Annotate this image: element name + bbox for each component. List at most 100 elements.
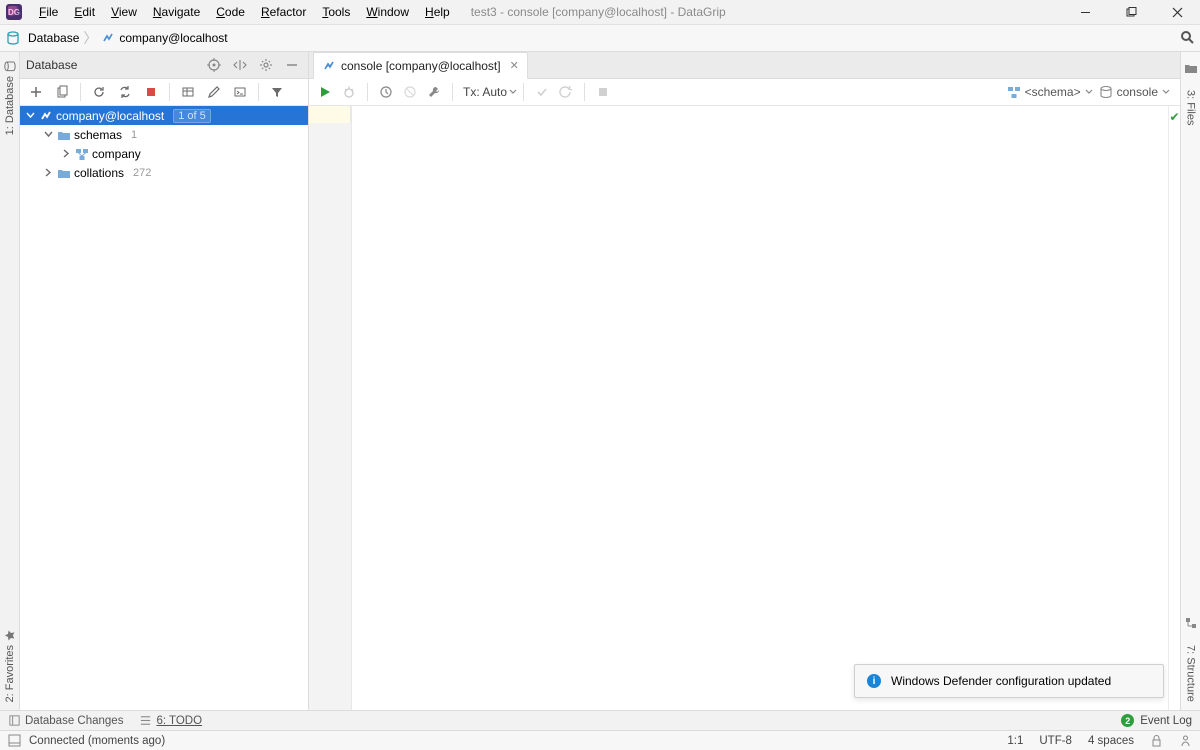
debug-button[interactable] [337, 80, 361, 104]
window-title: test3 - console [company@localhost] - Da… [471, 5, 726, 19]
breadcrumb-database[interactable]: Database [6, 31, 79, 45]
copy-button[interactable] [50, 80, 74, 104]
database-changes-tab[interactable]: Database Changes [8, 714, 123, 727]
schema-icon [75, 147, 89, 161]
notification-text: Windows Defender configuration updated [891, 674, 1111, 688]
schema-selector[interactable]: <schema> [1007, 85, 1093, 99]
tree-collations[interactable]: collations 272 [20, 163, 308, 182]
database-icon [6, 31, 20, 45]
event-count-badge: 2 [1121, 714, 1134, 727]
target-icon[interactable] [204, 55, 224, 75]
editor-text-area[interactable] [352, 106, 1168, 710]
menu-window[interactable]: Window [359, 2, 416, 22]
menu-refactor[interactable]: Refactor [254, 2, 313, 22]
notification-popup[interactable]: i Windows Defender configuration updated [854, 664, 1164, 698]
menu-tools[interactable]: Tools [315, 2, 357, 22]
editor-tab-console[interactable]: console [company@localhost] ✕ [313, 52, 528, 79]
menu-navigate[interactable]: Navigate [146, 2, 207, 22]
tree-root-label: company@localhost [56, 109, 164, 123]
sync-button[interactable] [113, 80, 137, 104]
tree-schemas[interactable]: schemas 1 [20, 125, 308, 144]
database-tree[interactable]: company@localhost 1 of 5 schemas 1 compa… [20, 106, 308, 710]
titlebar: DG File Edit View Navigate Code Refactor… [0, 0, 1200, 25]
event-log-tab[interactable]: Event Log [1140, 715, 1192, 727]
revert-button[interactable] [554, 80, 578, 104]
lock-icon[interactable] [1150, 734, 1163, 747]
editor-body[interactable]: ✔ [309, 106, 1180, 710]
tree-root[interactable]: company@localhost 1 of 5 [20, 106, 308, 125]
edit-icon[interactable] [202, 80, 226, 104]
right-tab-structure[interactable]: 7: Structure [1185, 643, 1197, 704]
split-icon[interactable] [230, 55, 250, 75]
right-tab-files[interactable]: 3: Files [1185, 88, 1197, 127]
status-bar: Connected (moments ago) 1:1 UTF-8 4 spac… [0, 730, 1200, 750]
tree-company-label: company [92, 147, 141, 161]
database-panel-header: Database [20, 52, 308, 79]
tx-mode-selector[interactable]: Tx: Auto [463, 85, 517, 99]
tree-schemas-label: schemas [74, 128, 122, 142]
sql-file-icon [322, 59, 336, 73]
tree-schemas-count: 1 [131, 129, 137, 141]
run-button[interactable] [313, 80, 337, 104]
navigation-bar: Database 〉 company@localhost [0, 25, 1200, 52]
editor-marks-stripe: ✔ [1168, 106, 1180, 710]
bottom-tool-strip: Database Changes 6: TODO 2 Event Log [0, 710, 1200, 730]
status-indent[interactable]: 4 spaces [1088, 735, 1134, 747]
wrench-button[interactable] [422, 80, 446, 104]
todo-tab[interactable]: 6: TODO [139, 714, 202, 727]
status-caret-position[interactable]: 1:1 [1007, 735, 1023, 747]
folder-icon [57, 166, 71, 180]
tree-root-badge: 1 of 5 [173, 109, 211, 123]
minimize-button[interactable] [1062, 0, 1108, 25]
database-tool-window: Database co [20, 52, 309, 710]
menu-help[interactable]: Help [418, 2, 457, 22]
stop-execution-button[interactable] [591, 80, 615, 104]
changes-icon [8, 714, 21, 727]
table-icon[interactable] [176, 80, 200, 104]
todo-label: 6: TODO [156, 715, 202, 727]
stop-button[interactable] [139, 80, 163, 104]
menu-file[interactable]: File [32, 2, 65, 22]
close-button[interactable] [1154, 0, 1200, 25]
tree-company[interactable]: company [20, 144, 308, 163]
maximize-button[interactable] [1108, 0, 1154, 25]
left-tab-favorites[interactable]: 2: Favorites [4, 627, 16, 704]
console-selector[interactable]: console [1099, 85, 1170, 99]
refresh-button[interactable] [87, 80, 111, 104]
editor-gutter[interactable] [309, 106, 352, 710]
hector-icon[interactable] [1179, 734, 1192, 747]
rollback-button[interactable] [398, 80, 422, 104]
window-controls [1062, 0, 1200, 25]
console-icon [1099, 85, 1113, 99]
menu-view[interactable]: View [104, 2, 144, 22]
folder-icon [57, 128, 71, 142]
info-icon: i [867, 674, 881, 688]
menu-code[interactable]: Code [209, 2, 252, 22]
status-encoding[interactable]: UTF-8 [1039, 735, 1072, 747]
star-icon [4, 629, 16, 641]
breadcrumb-separator: 〉 [83, 28, 97, 48]
app-icon: DG [6, 4, 22, 20]
history-button[interactable] [374, 80, 398, 104]
status-icon[interactable] [8, 734, 21, 747]
commit-button[interactable] [530, 80, 554, 104]
hide-panel-button[interactable] [282, 55, 302, 75]
search-button[interactable] [1180, 30, 1194, 47]
status-connection: Connected (moments ago) [29, 735, 165, 747]
right-tab-structure-icon[interactable] [1181, 613, 1200, 633]
datasource-icon [101, 31, 115, 45]
editor-toolbar: Tx: Auto <schema> console [309, 79, 1180, 106]
gear-icon[interactable] [256, 55, 276, 75]
database-toolbar [20, 79, 308, 106]
right-tab-files-icon[interactable] [1181, 58, 1200, 78]
console-icon[interactable] [228, 80, 252, 104]
left-tab-database[interactable]: 1: Database [4, 58, 16, 137]
filter-icon[interactable] [265, 80, 289, 104]
editor-tab-title: console [company@localhost] [341, 59, 501, 73]
menu-edit[interactable]: Edit [67, 2, 102, 22]
close-tab-icon[interactable]: ✕ [510, 59, 519, 72]
breadcrumb-datasource[interactable]: company@localhost [101, 31, 227, 45]
editor-area: console [company@localhost] ✕ Tx: Auto [309, 52, 1180, 710]
add-button[interactable] [24, 80, 48, 104]
left-tool-gutter: 1: Database 2: Favorites [0, 52, 20, 710]
